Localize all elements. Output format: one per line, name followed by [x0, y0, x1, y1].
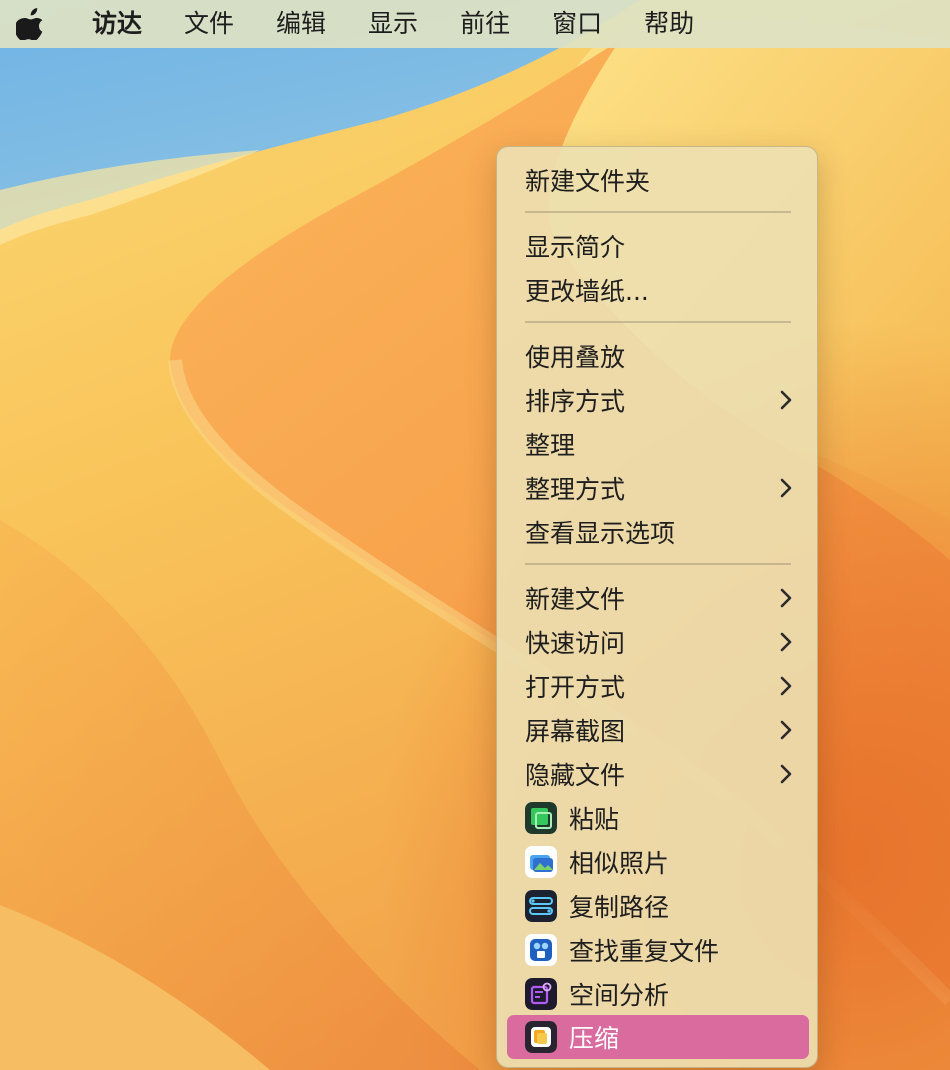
menu-separator	[525, 321, 791, 323]
chevron-right-icon	[780, 676, 792, 696]
menu-item-sort-by[interactable]: 排序方式	[507, 378, 809, 422]
chevron-right-icon	[780, 588, 792, 608]
apple-logo-icon[interactable]	[16, 7, 46, 41]
menubar-view[interactable]: 显示	[347, 0, 439, 48]
menu-separator	[525, 563, 791, 565]
menubar-help[interactable]: 帮助	[623, 0, 715, 48]
menu-item-label: 查找重复文件	[569, 937, 720, 966]
menu-item-compress[interactable]: 压缩	[507, 1015, 809, 1059]
menu-item-space-analysis[interactable]: 空间分析	[507, 972, 809, 1016]
menu-item-label: 整理方式	[525, 475, 626, 504]
menu-item-screenshot[interactable]: 屏幕截图	[507, 708, 809, 752]
menubar-go[interactable]: 前往	[439, 0, 531, 48]
menu-item-label: 打开方式	[525, 673, 626, 702]
menu-item-label: 新建文件	[525, 585, 626, 614]
copy-path-app-icon	[525, 890, 557, 922]
menu-item-label: 显示简介	[525, 233, 626, 262]
chevron-right-icon	[780, 720, 792, 740]
chevron-right-icon	[780, 764, 792, 784]
menu-item-label: 新建文件夹	[525, 167, 651, 196]
menu-item-label: 查看显示选项	[525, 519, 676, 548]
menu-item-open-with[interactable]: 打开方式	[507, 664, 809, 708]
menubar-finder[interactable]: 访达	[68, 0, 163, 48]
menu-item-label: 压缩	[569, 1024, 620, 1053]
paste-app-icon	[525, 802, 557, 834]
menu-item-hidden-files[interactable]: 隐藏文件	[507, 752, 809, 796]
menu-item-quick-access[interactable]: 快速访问	[507, 620, 809, 664]
menu-item-label: 空间分析	[569, 981, 670, 1010]
space-analyzer-app-icon	[525, 978, 557, 1010]
menu-item-use-stacks[interactable]: 使用叠放	[507, 334, 809, 378]
chevron-right-icon	[780, 390, 792, 410]
menu-item-clean-up-by[interactable]: 整理方式	[507, 466, 809, 510]
chevron-right-icon	[780, 478, 792, 498]
menu-item-new-file[interactable]: 新建文件	[507, 576, 809, 620]
chevron-right-icon	[780, 632, 792, 652]
menu-item-label: 整理	[525, 431, 576, 460]
menu-item-label: 屏幕截图	[525, 717, 626, 746]
menubar-file[interactable]: 文件	[163, 0, 255, 48]
menu-item-find-duplicates[interactable]: 查找重复文件	[507, 928, 809, 972]
menu-separator	[525, 211, 791, 213]
menu-item-get-info[interactable]: 显示简介	[507, 224, 809, 268]
desktop-context-menu: 新建文件夹 显示简介 更改墙纸... 使用叠放 排序方式 整理 整理方式 查看显…	[496, 146, 818, 1068]
menu-item-label: 排序方式	[525, 387, 626, 416]
menubar-window[interactable]: 窗口	[531, 0, 623, 48]
menu-item-similar-photos[interactable]: 相似照片	[507, 840, 809, 884]
duplicate-finder-app-icon	[525, 934, 557, 966]
menu-item-label: 隐藏文件	[525, 761, 626, 790]
menu-item-label: 快速访问	[525, 629, 626, 658]
menu-item-label: 使用叠放	[525, 343, 626, 372]
menu-item-new-folder[interactable]: 新建文件夹	[507, 158, 809, 202]
compress-app-icon	[525, 1021, 557, 1053]
menubar-edit[interactable]: 编辑	[255, 0, 347, 48]
menu-item-label: 复制路径	[569, 893, 670, 922]
menu-item-copy-path[interactable]: 复制路径	[507, 884, 809, 928]
menu-item-paste[interactable]: 粘贴	[507, 796, 809, 840]
menu-item-label: 相似照片	[569, 849, 670, 878]
similar-photos-app-icon	[525, 846, 557, 878]
menu-item-label: 更改墙纸...	[525, 277, 649, 306]
menu-item-change-wallpaper[interactable]: 更改墙纸...	[507, 268, 809, 312]
menu-item-label: 粘贴	[569, 805, 620, 834]
menu-item-show-view-options[interactable]: 查看显示选项	[507, 510, 809, 554]
menu-bar: 访达 文件 编辑 显示 前往 窗口 帮助	[0, 0, 950, 48]
menu-item-clean-up[interactable]: 整理	[507, 422, 809, 466]
